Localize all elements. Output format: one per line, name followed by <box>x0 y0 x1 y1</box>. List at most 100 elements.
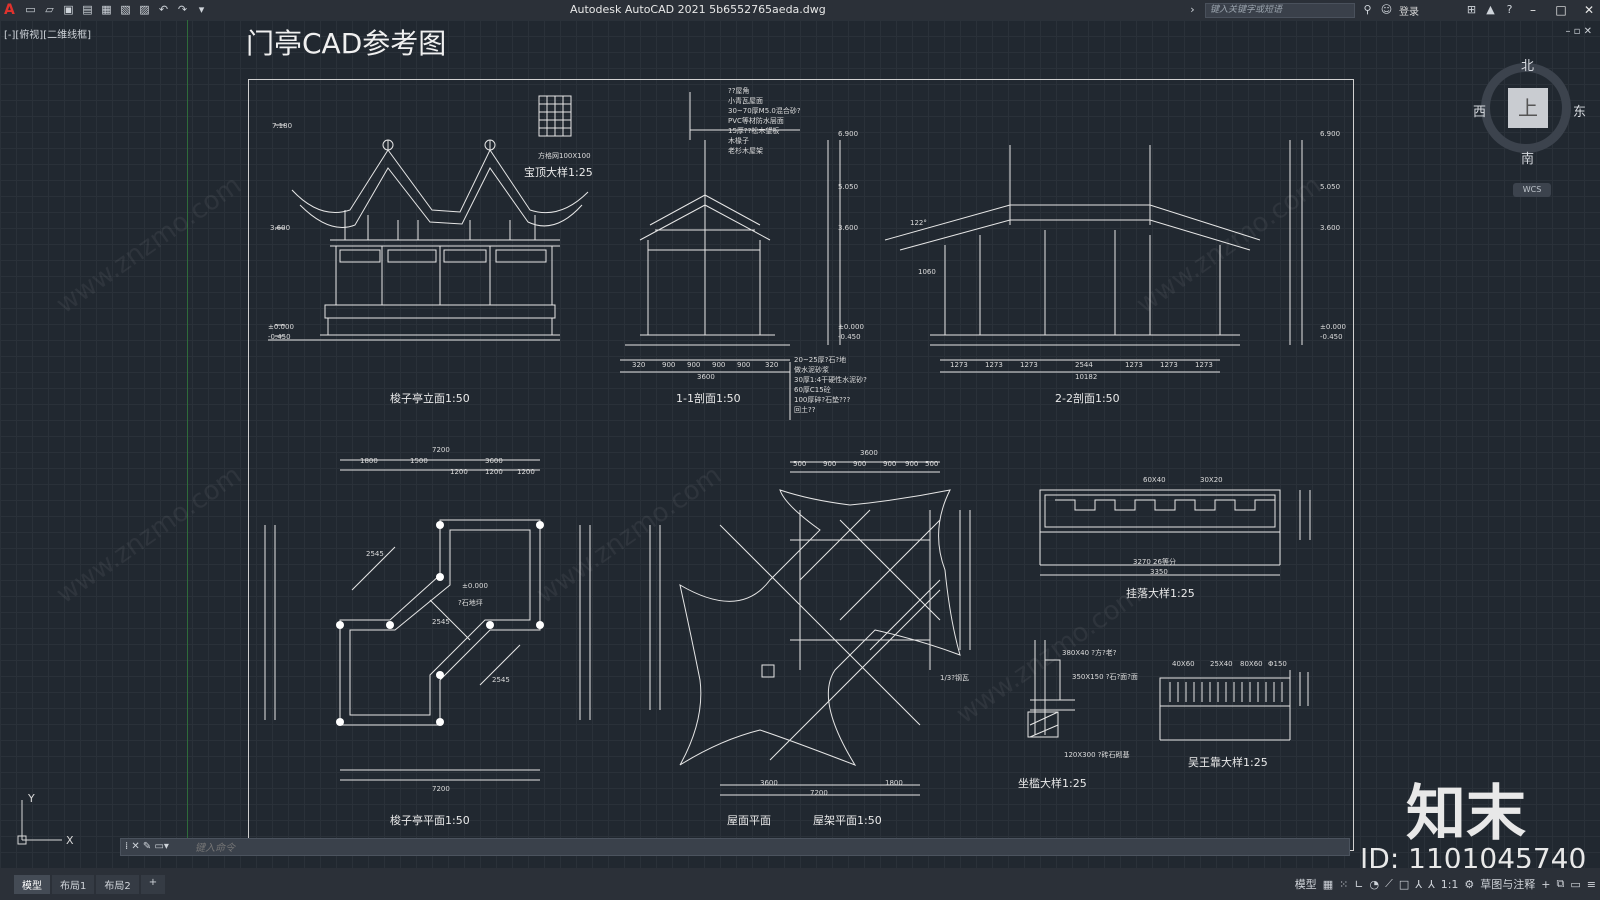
sec2-dim: 1273 <box>1125 361 1143 369</box>
grid-icon[interactable]: ▦ <box>1323 878 1333 891</box>
sec2-dim: 1273 <box>1195 361 1213 369</box>
label-bench: 坐槛大样1:25 <box>1018 777 1087 790</box>
note-line: 15厚??松木望板 <box>728 127 780 135</box>
sec2-dim: 1273 <box>1020 361 1038 369</box>
level-mid: 5.050 <box>838 183 859 191</box>
pavilion-plan <box>264 459 591 781</box>
plan-level: ±0.000 <box>462 582 488 590</box>
roof-dim: 3600 <box>860 449 878 457</box>
command-line-icons[interactable]: ⁞ ✕ ✎ ▭▾ <box>125 841 169 852</box>
command-input[interactable] <box>193 839 1347 857</box>
label-elevation: 梭子亭立面1:50 <box>390 392 470 405</box>
compass-north[interactable]: 北 <box>1521 55 1534 74</box>
wwk-dim: 25X40 <box>1210 660 1233 668</box>
sec2-dim: 1273 <box>950 361 968 369</box>
menu-icon[interactable]: ≡ <box>1587 878 1596 891</box>
level-bottom: -0.450 <box>268 333 291 341</box>
wcs-menu[interactable]: WCS <box>1513 183 1551 197</box>
plan-dim: 1800 <box>360 457 378 465</box>
roof-dim: 7200 <box>810 789 828 797</box>
hanging-dim: 3350 <box>1150 568 1168 576</box>
tab-layout2[interactable]: 布局2 <box>96 875 139 894</box>
label-wuwangkao: 吴王靠大样1:25 <box>1188 756 1268 769</box>
plan-dim: 1500 <box>410 457 428 465</box>
level-bottom: -0.450 <box>838 333 861 341</box>
note-line: ??屋角 <box>728 87 750 95</box>
plan-dim: 2545 <box>492 676 510 684</box>
sec1-dim: 900 <box>687 361 701 369</box>
plan-note: ?石地坪 <box>458 599 483 607</box>
viewcube[interactable]: 上 北 南 西 东 WCS <box>1473 55 1595 205</box>
level-mid: 5.050 <box>1320 183 1341 191</box>
label-plan: 梭子亭平面1:50 <box>390 814 470 827</box>
auto-scale-icon[interactable]: ⅄ <box>1428 878 1435 891</box>
plan-dim: 1200 <box>485 468 503 476</box>
label-roof-frame: 屋架平面1:50 <box>813 814 882 827</box>
note-line: 小青瓦屋面 <box>728 97 763 105</box>
isodraft-icon[interactable]: ⟋ <box>1385 877 1393 891</box>
note-line: 60厚C15砼 <box>794 386 831 394</box>
roof-dim: 900 <box>883 460 897 468</box>
note-line: PVC等材防水层面 <box>728 117 784 125</box>
snap-icon[interactable]: ⁙ <box>1339 878 1348 891</box>
level-eave: 3.600 <box>1320 224 1341 232</box>
note-line: 30厚1:4干硬性水泥砂? <box>794 376 867 384</box>
sec2-dim: 2544 <box>1075 361 1093 369</box>
bench-note: 380X40 ?方?老? <box>1062 649 1117 657</box>
osnap-icon[interactable]: □ <box>1399 878 1409 891</box>
isolate-icon[interactable]: ⧉ <box>1557 877 1565 891</box>
hanging-dim: 60X40 <box>1143 476 1166 484</box>
sec1-dim: 3600 <box>697 373 715 381</box>
compass-east[interactable]: 东 <box>1573 101 1586 120</box>
level-zero: ±0.000 <box>1320 323 1346 331</box>
plan-dim: 1200 <box>517 468 535 476</box>
compass-west[interactable]: 西 <box>1473 101 1486 120</box>
note-line: 20~25厚?石?地 <box>794 356 847 364</box>
roof-layer-notes: ??屋角 小青瓦屋面 30~70厚M5.0混合砂? PVC等材防水层面 15厚?… <box>728 86 801 156</box>
svg-text:X: X <box>66 834 74 847</box>
level-finial-top: 7.180 <box>272 122 293 130</box>
wwk-dim: 80X60 <box>1240 660 1263 668</box>
ucs-icon: Y X <box>17 792 74 847</box>
sec1-dim: 900 <box>662 361 676 369</box>
plan-dim: 2545 <box>366 550 384 558</box>
model-space-button[interactable]: 模型 <box>1295 876 1317 892</box>
roof-note: 1/3?钢瓦 <box>940 674 969 682</box>
plan-dim: 3600 <box>485 457 503 465</box>
command-line[interactable]: ⁞ ✕ ✎ ▭▾ <box>120 838 1350 857</box>
roof-dim: 900 <box>853 460 867 468</box>
viewcube-top-face[interactable]: 上 <box>1508 88 1548 128</box>
angle-note: 122° <box>910 219 927 227</box>
status-toolbar: 模型 ▦ ⁙ ∟ ◔ ⟋ □ ⅄ ⅄ 1:1 ⚙ 草图与注释 + ⧉ ▭ ≡ <box>1295 876 1596 892</box>
note-line: 30~70厚M5.0混合砂? <box>728 107 801 115</box>
bench-note: 120X300 ?砖石砌基 <box>1064 751 1130 759</box>
label-hanging: 挂落大样1:25 <box>1126 587 1195 600</box>
roof-dim: 500 <box>925 460 939 468</box>
hanging-dim: 3270 26等分 <box>1133 558 1176 566</box>
roof-plan <box>649 461 971 796</box>
polar-icon[interactable]: ◔ <box>1370 878 1380 891</box>
level-eave: 3.600 <box>270 224 291 232</box>
level-zero: ±0.000 <box>838 323 864 331</box>
level-top: 6.900 <box>1320 130 1341 138</box>
sec1-dim: 320 <box>632 361 646 369</box>
plus-icon[interactable]: + <box>1541 878 1550 891</box>
sec2-dim: 1273 <box>1160 361 1178 369</box>
add-layout-button[interactable]: + <box>140 875 166 894</box>
status-bar: 模型 布局1 布局2 + 模型 ▦ ⁙ ∟ ◔ ⟋ □ ⅄ ⅄ 1:1 ⚙ 草图… <box>0 868 1600 900</box>
ortho-icon[interactable]: ∟ <box>1354 878 1363 891</box>
section-2-2 <box>884 140 1303 373</box>
clean-screen-icon[interactable]: ▭ <box>1570 878 1580 891</box>
level-eave: 3.600 <box>838 224 859 232</box>
tab-model[interactable]: 模型 <box>14 875 50 894</box>
roof-dim: 900 <box>823 460 837 468</box>
sec1-dim: 900 <box>737 361 751 369</box>
label-section-1: 1-1剖面1:50 <box>676 392 741 405</box>
tab-layout1[interactable]: 布局1 <box>52 875 95 894</box>
annotation-visibility-icon[interactable]: ⅄ <box>1415 878 1422 891</box>
workspace-button[interactable]: 草图与注释 <box>1480 876 1535 892</box>
roof-dim: 900 <box>905 460 919 468</box>
gear-icon[interactable]: ⚙ <box>1464 878 1474 891</box>
annotation-scale-button[interactable]: 1:1 <box>1441 878 1459 891</box>
compass-south[interactable]: 南 <box>1521 148 1534 167</box>
